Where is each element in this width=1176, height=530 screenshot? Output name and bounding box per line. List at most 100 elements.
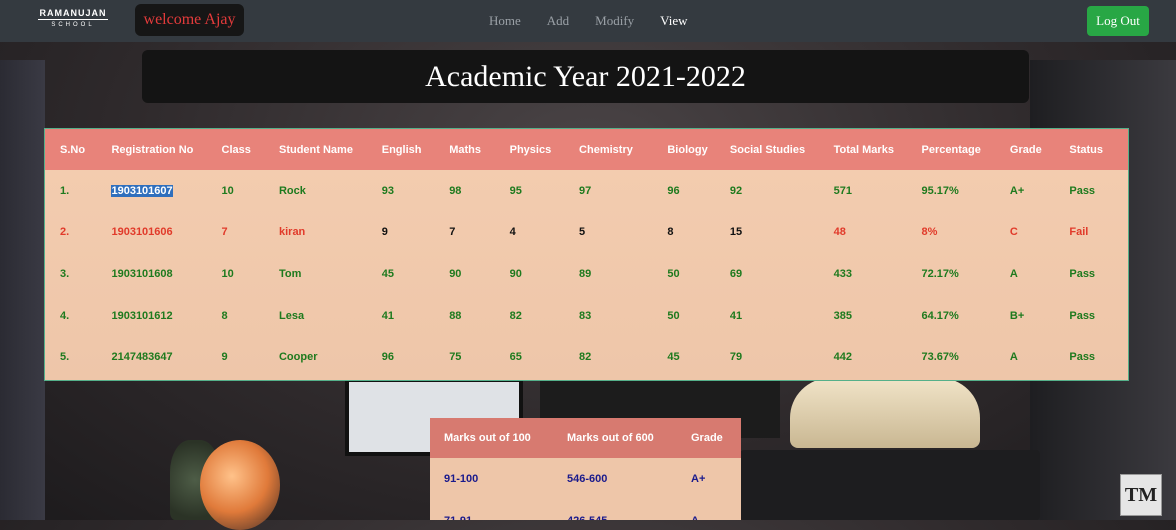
cell-english: 96 [381,351,394,364]
cell-percentage: 72.17% [921,267,959,280]
cell-student-name: kiran [278,226,306,239]
grade-table-container: Marks out of 100 Marks out of 600 Grade … [430,418,741,520]
selected-text[interactable]: 1903101607 [111,184,173,197]
cell-class: 10 [221,267,234,280]
cell-registration: 1903101606 [111,226,173,239]
nav-link-add[interactable]: Add [547,13,569,29]
cell-marks-100: 91-100 [444,473,479,485]
cell-social-studies: 15 [729,226,743,239]
cell-sno: 5. [60,351,70,364]
cell-marks-600: 426-545 [567,500,691,520]
cell-social-studies: 69 [729,267,743,280]
cell-student-name: Lesa [278,309,305,322]
cell-sno: 2. [60,226,70,239]
cell-chemistry: 83 [579,309,592,322]
logout-button[interactable]: Log Out [1087,6,1149,36]
cell-registration: 1903101612 [111,309,173,322]
cell-english: 9 [381,226,388,239]
nav-links: Home Add Modify View [489,0,714,42]
logo-sub-text: SCHOOL [51,22,95,28]
header-total-marks: Total Marks [833,129,922,170]
cell-grade: C [1009,226,1018,239]
school-logo[interactable]: RAMANUJAN SCHOOL [38,8,108,34]
cell-student-name: Cooper [278,351,318,364]
cell-physics: 4 [509,226,516,239]
nav-link-home[interactable]: Home [489,13,521,29]
cell-class: 7 [221,226,228,239]
cell-grade: A [1009,267,1018,280]
cell-total-marks: 48 [833,226,846,239]
cell-chemistry: 89 [579,267,592,280]
nav-link-modify[interactable]: Modify [595,13,634,29]
cell-biology: 50 [667,309,680,322]
cell-marks-100: 71-91 [430,500,567,520]
cell-physics: 90 [509,267,522,280]
cell-status: Pass [1069,184,1096,197]
cell-maths: 7 [449,226,456,239]
cell-chemistry: 97 [579,184,592,197]
nav-link-view[interactable]: View [660,13,687,29]
cell-registration: 1903101608 [111,267,173,280]
header-marks-100: Marks out of 100 [430,418,567,458]
logo-main-text: RAMANUJAN [38,8,108,20]
header-grade: Grade [1009,129,1070,170]
cell-maths: 88 [449,309,462,322]
cell-grade: A [1009,351,1018,364]
header-registration: Registration No [111,129,222,170]
grade-table: Marks out of 100 Marks out of 600 Grade … [430,418,741,520]
cell-percentage: 95.17% [921,184,959,197]
cell-chemistry: 82 [579,351,592,364]
header-english: English [381,129,450,170]
cell-status: Pass [1069,309,1096,322]
cell-student-name: Rock [278,184,306,197]
cell-physics: 95 [509,184,522,197]
background-keyboard [740,450,1040,520]
cell-grade: A+ [1009,184,1025,197]
cell-grade: A [691,500,741,520]
marks-table-container: S.No Registration No Class Student Name … [44,128,1129,381]
cell-social-studies: 41 [729,309,743,322]
cell-grade: A+ [691,473,706,485]
cell-physics: 65 [509,351,522,364]
cell-social-studies: 92 [729,184,743,197]
cell-registration[interactable]: 1903101607 [111,170,221,212]
grade-row: 71-91 426-545 A [430,500,741,520]
grade-header-row: Marks out of 100 Marks out of 600 Grade [430,418,741,458]
header-marks-600: Marks out of 600 [567,418,691,458]
header-status: Status [1069,129,1128,170]
cell-maths: 90 [449,267,462,280]
cell-total-marks: 433 [833,267,852,280]
table-row: 2. 1903101606 7 kiran 9 7 4 5 8 15 48 8%… [45,212,1128,254]
background-car-picture [790,378,980,448]
table-row: 3. 1903101608 10 Tom 45 90 90 89 50 69 4… [45,253,1128,295]
cell-english: 93 [381,184,394,197]
cell-maths: 98 [449,184,462,197]
table-header-row: S.No Registration No Class Student Name … [45,129,1128,170]
table-row: 5. 2147483647 9 Cooper 96 75 65 82 45 79… [45,336,1128,378]
header-social-studies: Social Studies [729,129,834,170]
cell-class: 9 [221,351,228,364]
cell-biology: 96 [667,184,680,197]
cell-total-marks: 571 [833,184,852,197]
cell-status: Fail [1069,226,1089,239]
header-physics: Physics [509,129,580,170]
cell-social-studies: 79 [729,351,743,364]
cell-class: 10 [221,184,234,197]
cell-physics: 82 [509,309,522,322]
watermark-logo: TM [1120,474,1162,516]
background-lamp [200,440,280,530]
cell-status: Pass [1069,351,1096,364]
cell-chemistry: 5 [579,226,586,239]
cell-sno: 4. [60,309,70,322]
cell-status: Pass [1069,267,1096,280]
cell-maths: 75 [449,351,462,364]
header-student-name: Student Name [278,129,382,170]
welcome-badge: welcome Ajay [135,4,244,36]
navbar: RAMANUJAN SCHOOL welcome Ajay Home Add M… [0,0,1176,42]
header-class: Class [221,129,279,170]
header-grade: Grade [691,418,741,458]
header-maths: Maths [449,129,510,170]
header-biology: Biology [667,129,730,170]
cell-biology: 45 [667,351,680,364]
cell-student-name: Tom [278,267,302,280]
